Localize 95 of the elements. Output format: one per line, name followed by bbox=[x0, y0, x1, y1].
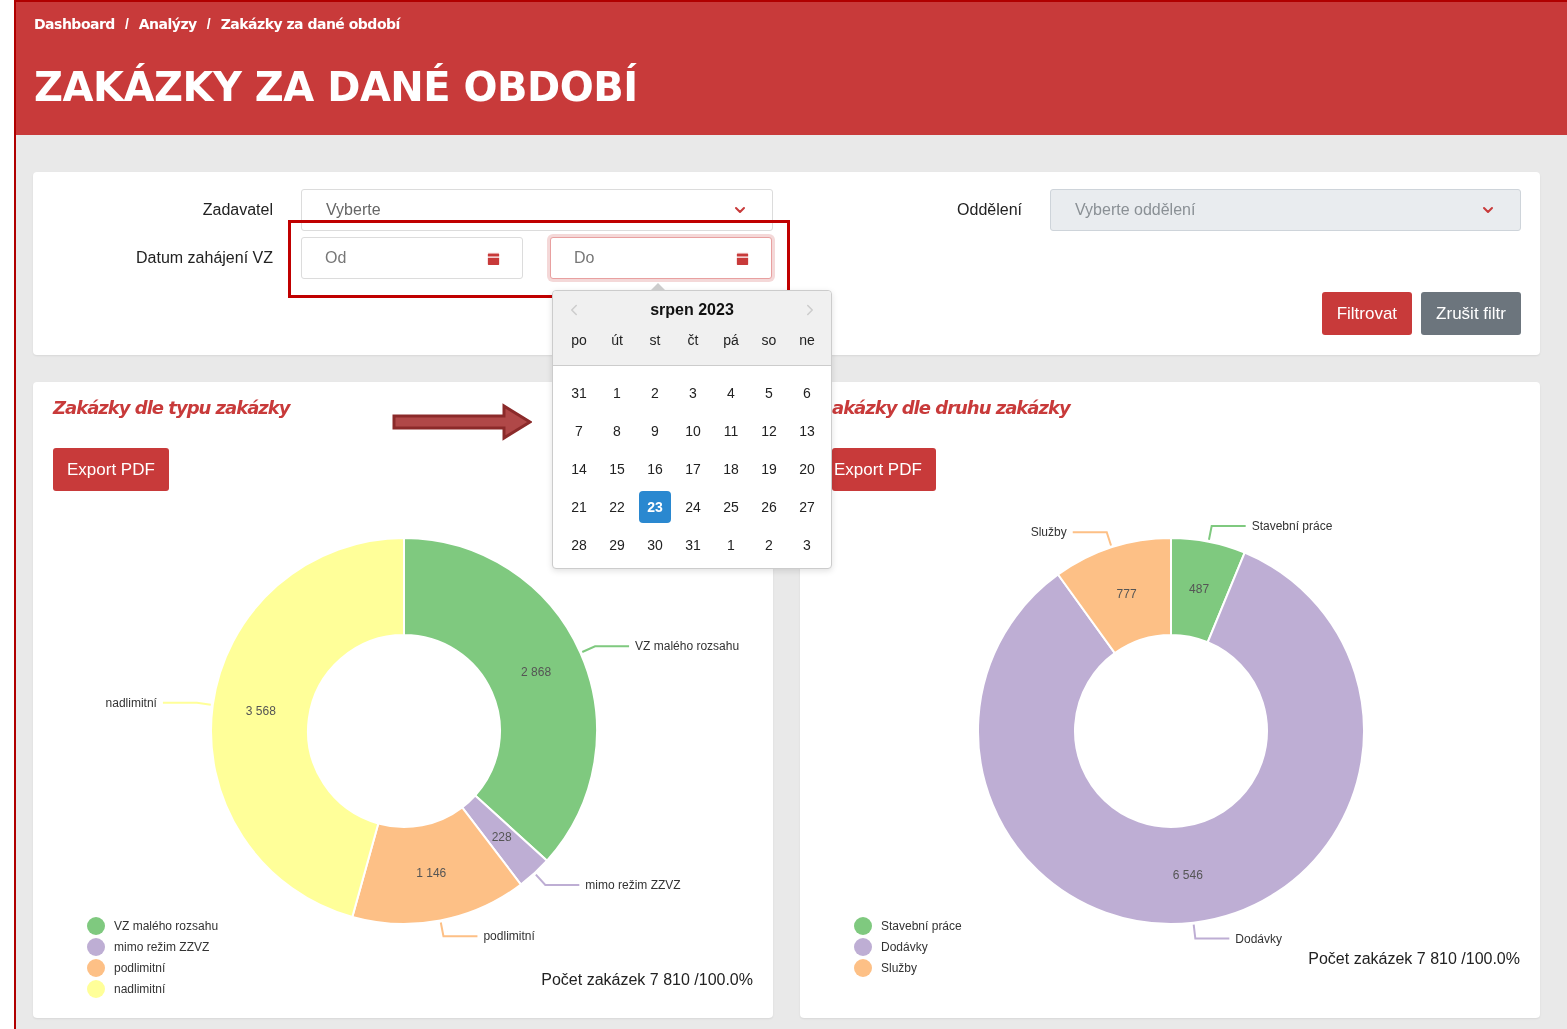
day-cell[interactable]: 21 bbox=[563, 491, 595, 523]
day-cell[interactable]: 18 bbox=[715, 453, 747, 485]
day-cell[interactable]: 25 bbox=[715, 491, 747, 523]
weekday-label: po bbox=[570, 331, 588, 350]
calendar-icon bbox=[734, 249, 751, 267]
leader-line bbox=[1207, 525, 1247, 541]
slice-label: Dodávky bbox=[1235, 931, 1282, 946]
leader-line bbox=[161, 701, 212, 706]
breadcrumb-link[interactable]: Dashboard bbox=[34, 16, 115, 32]
field-label: Zadavatel bbox=[201, 201, 273, 219]
page-title: ZAKÁZKY ZA DANÉ OBDOBÍ bbox=[34, 64, 639, 110]
chart-title: Zakázky dle typu zakázky bbox=[53, 397, 292, 418]
legend-label: VZ malého rozsahu bbox=[114, 918, 219, 933]
slice-label: mimo režim ZZVZ bbox=[585, 878, 681, 892]
slice-label: nadlimitní bbox=[105, 695, 157, 710]
export-pdf-button[interactable]: Export PDF bbox=[53, 448, 169, 491]
leader-line bbox=[534, 873, 581, 886]
date-input[interactable]: Od bbox=[325, 249, 485, 267]
slice-label: Služby bbox=[1030, 525, 1067, 540]
weekday-label: st bbox=[648, 331, 662, 350]
value-label: 228 bbox=[491, 830, 512, 845]
leader-line bbox=[581, 645, 631, 653]
day-cell[interactable]: 19 bbox=[753, 453, 785, 485]
day-cell[interactable]: 17 bbox=[677, 453, 709, 485]
breadcrumb-separator: / bbox=[206, 16, 211, 32]
day-cell[interactable]: 1 bbox=[601, 377, 633, 409]
day-cell[interactable]: 2 bbox=[753, 529, 785, 561]
day-cell[interactable]: 5 bbox=[753, 377, 785, 409]
field-label: Datum zahájení VZ bbox=[135, 249, 273, 267]
leader-line bbox=[1071, 531, 1113, 547]
day-cell[interactable]: 7 bbox=[563, 415, 595, 447]
weekday-label: čt bbox=[686, 331, 700, 350]
legend-label: podlimitní bbox=[114, 960, 166, 975]
day-cell[interactable]: 23 bbox=[639, 491, 671, 523]
date-input[interactable]: Do bbox=[574, 249, 734, 267]
day-cell[interactable]: 4 bbox=[715, 377, 747, 409]
breadcrumb-separator: / bbox=[124, 16, 129, 32]
value-label: 6 546 bbox=[1172, 867, 1203, 882]
filter-button[interactable]: Filtrovat bbox=[1321, 292, 1413, 335]
day-cell[interactable]: 20 bbox=[791, 453, 823, 485]
month-title: srpen 2023 bbox=[650, 301, 734, 319]
day-cell[interactable]: 10 bbox=[677, 415, 709, 447]
date-field[interactable]: Od bbox=[301, 237, 523, 279]
weekday-label: út bbox=[610, 331, 624, 350]
weekday-label: so bbox=[760, 331, 778, 350]
day-cell[interactable]: 24 bbox=[677, 491, 709, 523]
date-field[interactable]: Do bbox=[550, 237, 772, 279]
day-cell[interactable]: 26 bbox=[753, 491, 785, 523]
day-cell[interactable]: 9 bbox=[639, 415, 671, 447]
legend-label: mimo režim ZZVZ bbox=[114, 939, 210, 954]
day-cell[interactable]: 3 bbox=[677, 377, 709, 409]
slice-label: VZ malého rozsahu bbox=[635, 639, 740, 654]
day-cell[interactable]: 2 bbox=[639, 377, 671, 409]
total-count: Počet zakázek 7 810 /100.0% bbox=[1308, 950, 1520, 968]
day-cell[interactable]: 22 bbox=[601, 491, 633, 523]
chart-title: akázky dle druhu zakázky bbox=[832, 397, 1072, 418]
day-cell[interactable]: 31 bbox=[677, 529, 709, 561]
legend-label: Služby bbox=[881, 960, 918, 975]
day-cell[interactable]: 6 bbox=[791, 377, 823, 409]
field-label: Oddělení bbox=[956, 201, 1022, 219]
breadcrumb-link[interactable]: Zakázky za dané období bbox=[220, 16, 400, 32]
export-pdf-button[interactable]: Export PDF bbox=[832, 448, 936, 491]
day-cell[interactable]: 8 bbox=[601, 415, 633, 447]
calendar-icon bbox=[485, 249, 502, 267]
day-cell[interactable]: 27 bbox=[791, 491, 823, 523]
leader-line bbox=[1192, 923, 1231, 940]
value-label: 2 868 bbox=[521, 665, 552, 680]
day-cell[interactable]: 31 bbox=[563, 377, 595, 409]
day-cell[interactable]: 1 bbox=[715, 529, 747, 561]
breadcrumb-link[interactable]: Analýzy bbox=[138, 16, 197, 32]
day-cell[interactable]: 13 bbox=[791, 415, 823, 447]
day-cell[interactable]: 28 bbox=[563, 529, 595, 561]
value-label: 777 bbox=[1116, 586, 1137, 601]
day-cell[interactable]: 3 bbox=[791, 529, 823, 561]
day-cell[interactable]: 15 bbox=[601, 453, 633, 485]
legend-label: nadlimitní bbox=[114, 981, 166, 996]
leader-line bbox=[439, 921, 479, 938]
value-label: 487 bbox=[1189, 582, 1210, 597]
legend-label: Dodávky bbox=[881, 939, 928, 954]
select-field[interactable]: Vyberte bbox=[301, 189, 773, 231]
weekday-label: ne bbox=[798, 331, 816, 350]
legend-label: Stavební práce bbox=[881, 918, 962, 933]
day-cell[interactable]: 30 bbox=[639, 529, 671, 561]
value-label: 3 568 bbox=[245, 704, 276, 719]
weekday-label: pá bbox=[722, 331, 740, 350]
slice-label: Stavební práce bbox=[1251, 519, 1333, 533]
total-count: Počet zakázek 7 810 /100.0% bbox=[541, 971, 753, 989]
slice-label: podlimitní bbox=[483, 929, 535, 944]
day-cell[interactable]: 29 bbox=[601, 529, 633, 561]
day-cell[interactable]: 12 bbox=[753, 415, 785, 447]
day-cell[interactable]: 11 bbox=[715, 415, 747, 447]
day-cell[interactable]: 14 bbox=[563, 453, 595, 485]
value-label: 1 146 bbox=[416, 865, 447, 880]
day-cell[interactable]: 16 bbox=[639, 453, 671, 485]
filter-button[interactable]: Zrušit filtr bbox=[1421, 292, 1521, 335]
